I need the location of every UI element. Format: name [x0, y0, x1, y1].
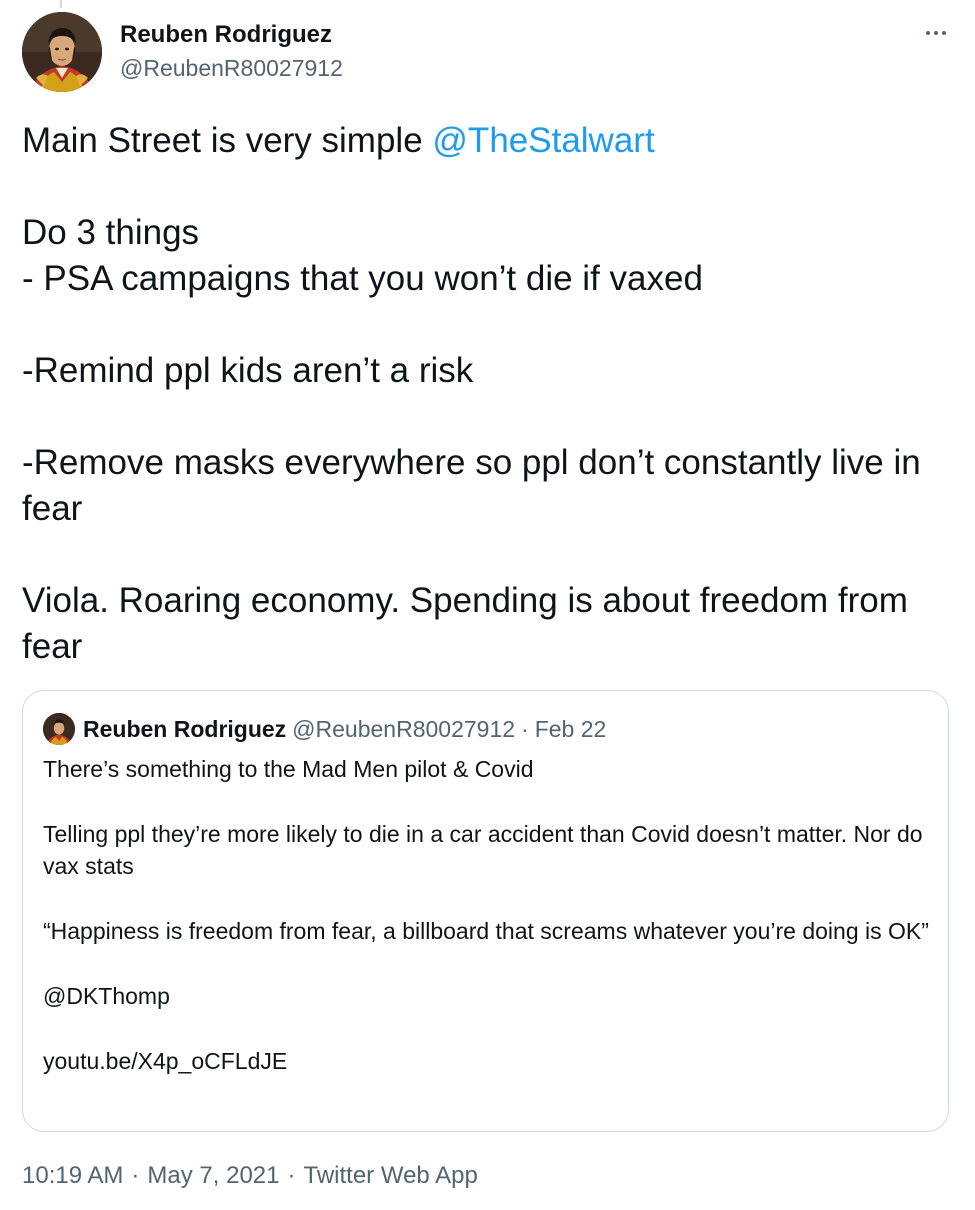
portrait-avatar-image [22, 12, 102, 92]
tweet-source[interactable]: Twitter Web App [304, 1162, 478, 1189]
thread-connector-line [60, 0, 62, 8]
tweet-line: Do 3 things [22, 213, 200, 252]
quoted-author-handle: @ReubenR80027912 [292, 715, 516, 742]
tweet-text: Main Street is very simple @TheStalwart … [22, 118, 962, 670]
more-dot [934, 31, 938, 35]
tweet-line-text: Main Street is very simple [22, 121, 433, 160]
tweet-line: Main Street is very simple @TheStalwart [22, 118, 962, 164]
quoted-tweet-text: There’s something to the Mad Men pilot &… [43, 753, 933, 1077]
quoted-author-name: Reuben Rodriguez [83, 715, 287, 742]
more-dots-icon [926, 31, 930, 35]
tweet-line: -Remove masks everywhere so ppl don’t co… [22, 443, 931, 528]
more-options-button[interactable] [916, 18, 956, 48]
portrait-avatar-image [43, 713, 75, 745]
separator-dot: · [287, 1162, 296, 1189]
tweet-metadata: 10:19 AM · May 7, 2021 · Twitter Web App [22, 1160, 478, 1192]
quoted-line: “Happiness is freedom from fear, a billb… [43, 918, 929, 944]
separator-dot: · [521, 715, 529, 742]
mention-link[interactable]: @TheStalwart [432, 121, 654, 160]
author-avatar[interactable] [22, 12, 102, 92]
tweet-line: -Remind ppl kids aren’t a risk [22, 351, 474, 390]
tweet-line: - PSA campaigns that you won’t die if va… [22, 259, 703, 298]
quoted-tweet-card[interactable]: Reuben Rodriguez @ReubenR80027912 · Feb … [22, 690, 949, 1132]
more-dot [942, 31, 946, 35]
quoted-tweet-header: Reuben Rodriguez @ReubenR80027912 · Feb … [43, 713, 606, 745]
tweet-date[interactable]: May 7, 2021 [147, 1162, 279, 1189]
tweet-line: Viola. Roaring economy. Spending is abou… [22, 581, 918, 666]
author-handle[interactable]: @ReubenR80027912 [120, 53, 343, 83]
separator-dot: · [131, 1162, 140, 1189]
quoted-mention: @DKThomp [43, 983, 170, 1009]
quoted-url: youtu.be/X4p_oCFLdJE [43, 1048, 288, 1074]
quoted-author-avatar [43, 713, 75, 745]
quoted-line: There’s something to the Mad Men pilot &… [43, 756, 534, 782]
author-name[interactable]: Reuben Rodriguez [120, 20, 332, 50]
tweet-time[interactable]: 10:19 AM [22, 1162, 123, 1189]
quoted-line: Telling ppl they’re more likely to die i… [43, 821, 923, 879]
quoted-tweet-date: Feb 22 [534, 715, 607, 742]
